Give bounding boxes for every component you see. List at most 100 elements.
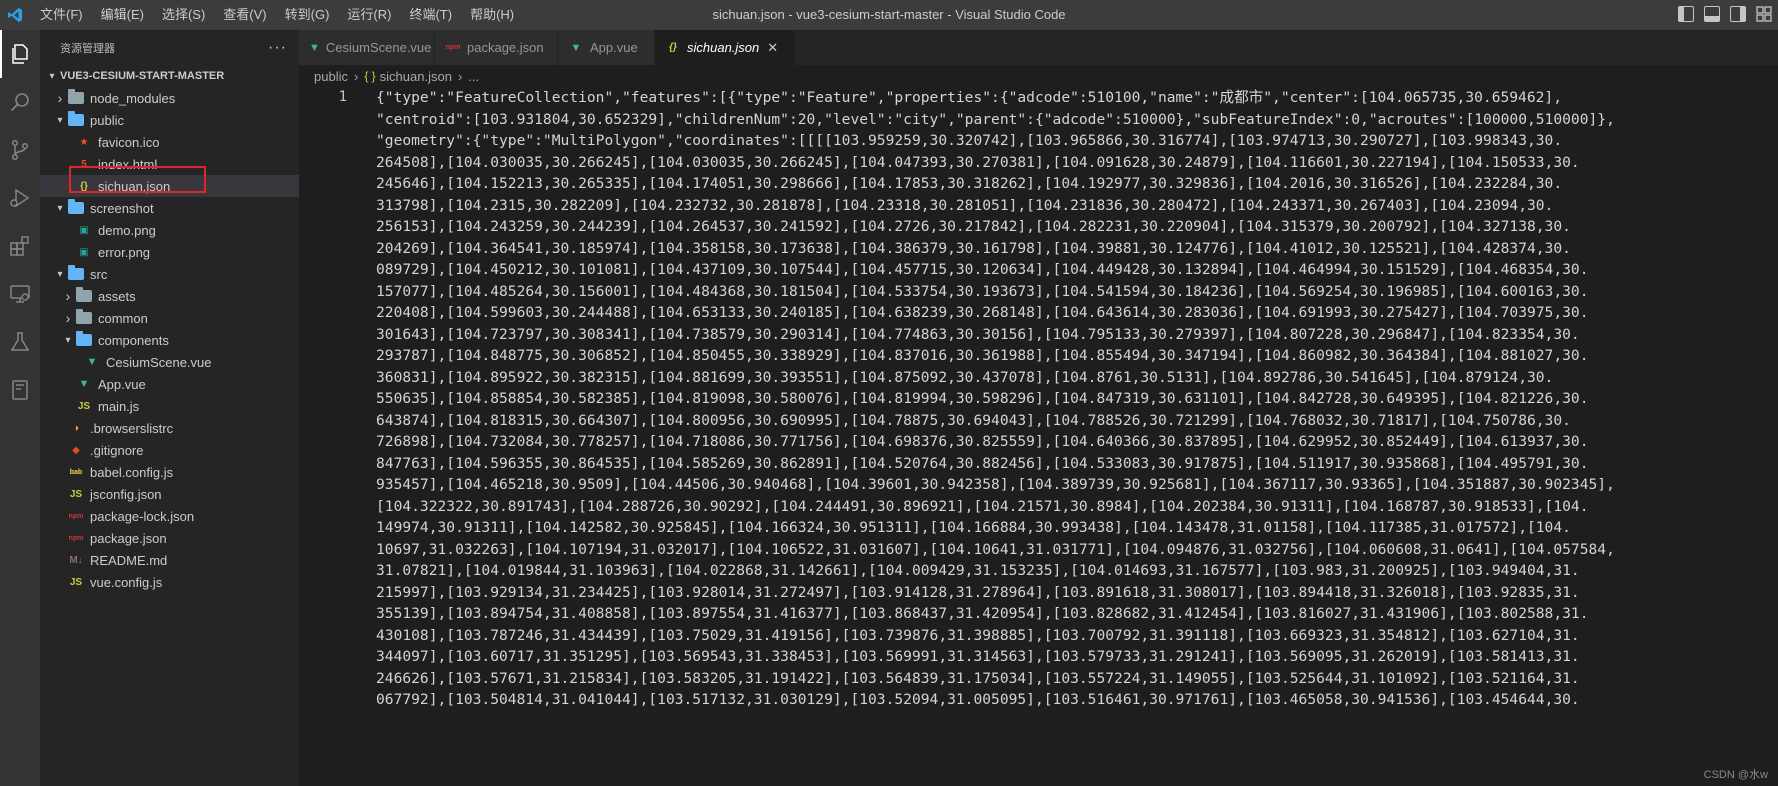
- line-number-gutter: 1: [299, 87, 359, 109]
- folder-icon: [76, 287, 92, 302]
- menu-file[interactable]: 文件(F): [30, 0, 92, 30]
- file-tree: › node_modules ▾ public ★ favicon.ico 5 index.h…: [40, 87, 299, 593]
- tree-item[interactable]: ▾ src: [40, 263, 299, 285]
- folder-icon: [76, 309, 92, 324]
- tree-item[interactable]: › assets: [40, 285, 299, 307]
- tree-item[interactable]: JS jsconfig.json: [40, 483, 299, 505]
- tree-item-label: App.vue: [98, 376, 146, 392]
- tree-item-label: favicon.ico: [98, 134, 160, 150]
- json-file-icon: {}: [669, 42, 677, 53]
- toggle-secondary-sidebar-icon[interactable]: [1730, 6, 1746, 22]
- watermark: CSDN @水w: [1703, 769, 1768, 781]
- testing-icon[interactable]: [0, 318, 40, 366]
- toggle-primary-sidebar-icon[interactable]: [1678, 6, 1694, 22]
- code-editor[interactable]: 1 {"type":"FeatureCollection","features"…: [299, 87, 1778, 786]
- vscode-logo-icon[interactable]: [0, 0, 30, 30]
- chevron-right-icon: ›: [65, 288, 71, 304]
- menu-help[interactable]: 帮助(H): [461, 0, 523, 30]
- tree-item[interactable]: M↓ README.md: [40, 549, 299, 571]
- menu-edit[interactable]: 编辑(E): [92, 0, 153, 30]
- tree-item[interactable]: ★ favicon.ico: [40, 131, 299, 153]
- tree-item[interactable]: {} sichuan.json: [40, 175, 299, 197]
- tree-item-label: screenshot: [90, 200, 154, 216]
- json-file-icon: { }: [364, 69, 376, 83]
- tree-item-label: package-lock.json: [90, 508, 195, 524]
- breadcrumb-folder[interactable]: public: [314, 69, 348, 84]
- code-line: 355139],[103.894754,31.408858],[103.8975…: [376, 605, 1589, 622]
- tree-item-label: index.html: [98, 156, 158, 172]
- title-bar: 文件(F) 编辑(E) 选择(S) 查看(V) 转到(G) 运行(R) 终端(T…: [0, 0, 1778, 30]
- tree-item[interactable]: ▼ App.vue: [40, 373, 299, 395]
- tree-item[interactable]: 5 index.html: [40, 153, 299, 175]
- tree-item[interactable]: ▼ CesiumScene.vue: [40, 351, 299, 373]
- npm-file-icon: npm: [445, 44, 461, 51]
- customize-layout-icon[interactable]: [1756, 6, 1772, 22]
- project-folder-header[interactable]: ▾ VUE3-CESIUM-START-MASTER: [40, 65, 299, 87]
- tree-item[interactable]: ▣ demo.png: [40, 219, 299, 241]
- tree-item[interactable]: › node_modules: [40, 87, 299, 109]
- tree-item[interactable]: npm package.json: [40, 527, 299, 549]
- menu-selection[interactable]: 选择(S): [153, 0, 214, 30]
- source-control-icon[interactable]: [0, 126, 40, 174]
- remote-explorer-icon[interactable]: [0, 270, 40, 318]
- toggle-panel-icon[interactable]: [1704, 6, 1720, 22]
- tree-item[interactable]: bab babel.config.js: [40, 461, 299, 483]
- tree-item[interactable]: ▾ screenshot: [40, 197, 299, 219]
- tree-item-label: public: [90, 112, 124, 128]
- vue-file-icon: ▼: [86, 356, 98, 368]
- tree-item[interactable]: ◆ .gitignore: [40, 439, 299, 461]
- image-file-icon: ▣: [79, 224, 89, 236]
- folder-open-icon: [76, 331, 92, 346]
- vue-file-icon: ▼: [570, 41, 582, 54]
- editor-tab[interactable]: npm package.json: [435, 30, 558, 65]
- breadcrumb: public › { } sichuan.json › ...: [299, 65, 1778, 87]
- breadcrumb-file[interactable]: sichuan.json: [380, 69, 452, 84]
- menu-run[interactable]: 运行(R): [338, 0, 400, 30]
- code-line: "centroid":[103.931804,30.652329],"child…: [376, 110, 1615, 128]
- tree-item[interactable]: JS vue.config.js: [40, 571, 299, 593]
- code-line: 264508],[104.030035,30.266245],[104.0300…: [376, 153, 1580, 171]
- editor-tab[interactable]: {} sichuan.json ✕: [655, 30, 795, 65]
- menu-go[interactable]: 转到(G): [276, 0, 339, 30]
- editor-tab[interactable]: ▼ CesiumScene.vue: [299, 30, 435, 65]
- search-icon[interactable]: [0, 78, 40, 126]
- npm-file-icon: npm: [68, 512, 84, 520]
- run-debug-icon[interactable]: [0, 174, 40, 222]
- code-line: 215997],[103.929134,31.234425],[103.9280…: [376, 583, 1580, 601]
- tab-label: package.json: [467, 40, 544, 55]
- editor-tab[interactable]: ▼ App.vue: [558, 30, 655, 65]
- explorer-icon[interactable]: [0, 30, 40, 78]
- extensions-icon[interactable]: [0, 222, 40, 270]
- more-actions-icon[interactable]: ···: [268, 39, 287, 57]
- tree-item[interactable]: JS main.js: [40, 395, 299, 417]
- menu-view[interactable]: 查看(V): [214, 0, 275, 30]
- code-line: 067792],[103.504814,31.041044],[103.5171…: [376, 691, 1580, 708]
- tree-item-label: sichuan.json: [98, 178, 171, 194]
- code-content[interactable]: {"type":"FeatureCollection","features":[…: [376, 87, 1776, 711]
- breadcrumb-separator-icon: ›: [457, 68, 463, 84]
- close-icon[interactable]: ✕: [767, 40, 778, 56]
- tree-item[interactable]: ▣ error.png: [40, 241, 299, 263]
- code-line: 157077],[104.485264,30.156001],[104.4843…: [376, 282, 1589, 300]
- tree-item[interactable]: › common: [40, 307, 299, 329]
- breadcrumb-symbols[interactable]: ...: [468, 69, 479, 84]
- tree-item-label: components: [98, 332, 169, 348]
- tree-item[interactable]: ◑ .browserslistrc: [40, 417, 299, 439]
- menu-terminal[interactable]: 终端(T): [400, 0, 461, 30]
- tree-item[interactable]: ▾ public: [40, 109, 299, 131]
- html-file-icon: 5: [81, 158, 87, 170]
- code-line: "geometry":{"type":"MultiPolygon","coord…: [376, 132, 1563, 149]
- folder-open-icon: [68, 265, 84, 280]
- tree-item-label: vue.config.js: [90, 574, 163, 590]
- tree-item[interactable]: ▾ components: [40, 329, 299, 351]
- tree-item[interactable]: npm package-lock.json: [40, 505, 299, 527]
- notebook-icon[interactable]: [0, 366, 40, 414]
- js-file-icon: JS: [69, 576, 83, 588]
- js-file-icon: JS: [77, 400, 91, 412]
- code-line: 726898],[104.732084,30.778257],[104.7180…: [376, 433, 1589, 450]
